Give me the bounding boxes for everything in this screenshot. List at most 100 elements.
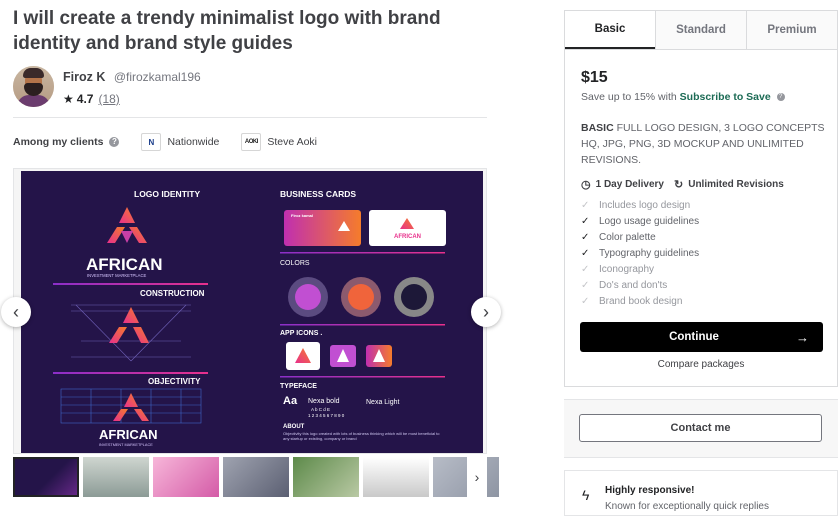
thumbnails-next-button[interactable]: › xyxy=(467,457,487,497)
font-light-name: Nexa Light xyxy=(366,399,400,406)
package-tabs: Basic Standard Premium xyxy=(565,11,837,50)
divider xyxy=(13,117,487,118)
clock-icon: ◷ xyxy=(581,179,591,191)
brand-name-2: AFRICAN xyxy=(99,427,158,442)
brand-tagline: INVESTMENT MARKETPLACE xyxy=(87,273,146,278)
refresh-icon: ↻ xyxy=(674,179,684,191)
seller-avatar[interactable] xyxy=(13,66,54,107)
package-details: FULL LOGO DESIGN, 3 LOGO CONCEPTS HQ, JP… xyxy=(581,122,825,166)
clients-label: Among my clients xyxy=(13,136,104,148)
subscribe-save-line: Save up to 15% with Subscribe to Save ? xyxy=(581,91,785,103)
chevron-left-icon: ‹ xyxy=(13,301,19,322)
gallery-next-button[interactable]: › xyxy=(471,297,501,327)
slide-heading-typeface: TYPEFACE xyxy=(280,383,317,390)
responsive-subtitle: Known for exceptionally quick replies xyxy=(605,501,769,512)
feature-label: Includes logo design xyxy=(599,200,691,211)
slide-heading-business-cards: BUSINESS CARDS xyxy=(280,189,356,199)
check-icon: ✓ xyxy=(581,248,590,259)
chevron-right-icon: › xyxy=(474,469,480,485)
font-digits: 1 2 3 4 5 6 7 8 9 0 xyxy=(308,413,345,418)
slide-heading-objectivity: OBJECTIVITY xyxy=(148,377,201,386)
slide-heading-construction: CONSTRUCTION xyxy=(140,289,205,298)
card-brand: AFRICAN xyxy=(394,234,421,240)
feature-list: ✓ Includes logo design ✓ Logo usage guidel… xyxy=(581,198,699,310)
tab-premium[interactable]: Premium xyxy=(746,11,837,49)
lightning-bolt-icon: ϟ xyxy=(582,487,590,503)
check-icon: ✓ xyxy=(581,264,590,275)
star-icon: ★ xyxy=(63,92,74,106)
save-prefix: Save up to 15% with xyxy=(581,91,677,103)
seller-overview: Firoz K @firozkamal196 ★ 4.7 (18) xyxy=(13,66,201,107)
font-chars: A b C d E xyxy=(311,407,330,412)
client-name: Nationwide xyxy=(167,136,220,148)
brand-name: AFRICAN xyxy=(86,255,163,274)
check-icon: ✓ xyxy=(581,200,590,211)
tab-standard[interactable]: Standard xyxy=(655,11,746,49)
feature-label: Brand book design xyxy=(599,296,683,307)
card-name: Firoz kamal xyxy=(291,213,313,218)
thumbnail-5[interactable] xyxy=(293,457,359,497)
feature-label: Do's and don'ts xyxy=(599,280,668,291)
thumbnail-4[interactable] xyxy=(223,457,289,497)
gallery-slide-image[interactable]: LOGO IDENTITY AFRICAN INVESTMENT MARKETP… xyxy=(21,171,483,453)
slide-heading-app-icons: APP ICONS . xyxy=(280,330,322,337)
nationwide-logo-icon: N xyxy=(141,133,162,151)
feature-label: Typography guidelines xyxy=(599,248,700,259)
steve-aoki-logo-icon: AOKI xyxy=(241,133,262,151)
check-icon: ✓ xyxy=(581,232,590,243)
font-bold-name: Nexa bold xyxy=(308,398,340,405)
check-icon: ✓ xyxy=(581,280,590,291)
feature-label: Logo usage guidelines xyxy=(599,216,700,227)
thumbnail-7[interactable] xyxy=(433,457,499,497)
feature-item: ✓ Brand book design xyxy=(581,294,699,310)
feature-item: ✓ Typography guidelines xyxy=(581,246,699,262)
feature-item: ✓ Iconography xyxy=(581,262,699,278)
feature-item: ✓ Logo usage guidelines xyxy=(581,214,699,230)
arrow-right-icon: → xyxy=(796,329,809,345)
check-icon: ✓ xyxy=(581,216,590,227)
brand-tagline-2: INVESTMENT MARKETPLACE xyxy=(99,443,153,447)
slide-heading-logo-identity: LOGO IDENTITY xyxy=(134,189,200,199)
feature-item: ✓ Do's and don'ts xyxy=(581,278,699,294)
thumbnail-6[interactable] xyxy=(363,457,429,497)
client-steve-aoki[interactable]: AOKI Steve Aoki xyxy=(241,133,317,151)
contact-section: Contact me xyxy=(564,399,838,458)
gallery-thumbnails: › xyxy=(13,457,499,497)
feature-item: ✓ Includes logo design xyxy=(581,198,699,214)
seller-rating: ★ 4.7 (18) xyxy=(63,92,201,106)
gig-title: I will create a trendy minimalist logo w… xyxy=(13,8,441,54)
brand-sheet-graphic: LOGO IDENTITY AFRICAN INVESTMENT MARKETP… xyxy=(21,171,483,453)
about-text: Objectivity this logo created with lots … xyxy=(283,431,440,441)
package-price: $15 xyxy=(581,69,608,86)
info-icon[interactable]: ? xyxy=(776,93,785,102)
font-sample: Aa xyxy=(283,395,298,407)
package-name: BASIC xyxy=(581,122,614,134)
client-nationwide[interactable]: N Nationwide xyxy=(141,133,219,151)
thumbnail-1[interactable] xyxy=(13,457,79,497)
slide-heading-about: ABOUT xyxy=(283,424,305,430)
feature-label: Iconography xyxy=(599,264,655,275)
responsive-title: Highly responsive! xyxy=(605,485,695,496)
rating-value: 4.7 xyxy=(76,92,94,106)
package-description: BASIC FULL LOGO DESIGN, 3 LOGO CONCEPTS … xyxy=(581,120,831,168)
gig-gallery: LOGO IDENTITY AFRICAN INVESTMENT MARKETP… xyxy=(1,168,501,454)
seller-handle: @firozkamal196 xyxy=(113,70,201,84)
gallery-prev-button[interactable]: ‹ xyxy=(1,297,31,327)
check-icon: ✓ xyxy=(581,296,590,307)
responsive-badge: ϟ Highly responsive! Known for exception… xyxy=(564,470,838,516)
seller-name[interactable]: Firoz K xyxy=(63,70,105,84)
contact-me-button[interactable]: Contact me xyxy=(579,414,822,442)
thumbnail-2[interactable] xyxy=(83,457,149,497)
help-icon[interactable]: ? xyxy=(109,137,120,147)
continue-button[interactable]: Continue → xyxy=(580,322,823,352)
feature-item: ✓ Color palette xyxy=(581,230,699,246)
packages-panel: Basic Standard Premium $15 Save up to 15… xyxy=(564,10,838,387)
feature-label: Color palette xyxy=(599,232,656,243)
review-count-link[interactable]: (18) xyxy=(98,92,119,106)
thumbnail-3[interactable] xyxy=(153,457,219,497)
compare-packages-link[interactable]: Compare packages xyxy=(565,359,837,370)
delivery-time: ◷ 1 Day Delivery xyxy=(581,178,664,191)
delivery-meta: ◷ 1 Day Delivery ↻ Unlimited Revisions xyxy=(581,178,794,191)
tab-basic[interactable]: Basic xyxy=(565,11,655,49)
subscribe-to-save-link[interactable]: Subscribe to Save xyxy=(680,91,771,103)
